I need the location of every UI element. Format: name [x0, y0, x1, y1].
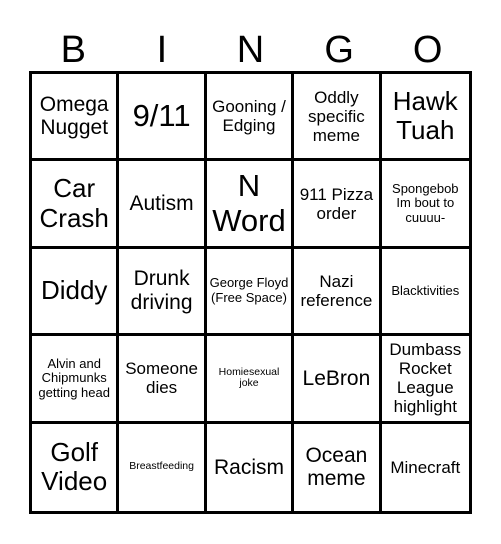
bingo-cell-r1c3[interactable]: Gooning / Edging	[206, 74, 295, 162]
bingo-cell-r3c1[interactable]: Diddy	[32, 248, 120, 337]
header-letter-n: N	[236, 29, 265, 71]
bingo-cell-r1c4[interactable]: Oddly specific meme	[294, 74, 382, 162]
bingo-cell-r5c1[interactable]: Golf Video	[32, 423, 120, 511]
bingo-cell-r1c1[interactable]: Omega Nugget	[32, 74, 120, 162]
bingo-cell-r2c5[interactable]: Spongebob Im bout to cuuuu-	[381, 161, 469, 249]
bingo-grid: Omega Nugget 9/11 Gooning / Edging Oddly…	[29, 71, 472, 514]
bingo-cell-r1c2[interactable]: 9/11	[119, 74, 207, 162]
bingo-cell-r4c2[interactable]: Someone dies	[119, 336, 207, 424]
bingo-header: B I N G O	[29, 28, 472, 72]
bingo-cell-r2c3[interactable]: N Word	[206, 161, 295, 249]
bingo-cell-r2c2[interactable]: Autism	[119, 161, 207, 249]
bingo-cell-r3c2[interactable]: Drunk driving	[119, 248, 207, 337]
header-letter-o: O	[412, 29, 443, 71]
bingo-cell-r5c2[interactable]: Breastfeeding	[119, 423, 207, 511]
bingo-cell-r5c4[interactable]: Ocean meme	[294, 423, 382, 511]
bingo-cell-r2c4[interactable]: 911 Pizza order	[294, 161, 382, 249]
header-letter-i: I	[156, 29, 168, 71]
bingo-cell-r4c3[interactable]: Homiesexual joke	[206, 336, 295, 424]
header-letter-g: G	[324, 29, 354, 71]
bingo-cell-r3c3[interactable]: George Floyd (Free Space)	[206, 248, 295, 337]
bingo-cell-r2c1[interactable]: Car Crash	[32, 161, 120, 249]
bingo-cell-r3c4[interactable]: Nazi reference	[294, 248, 382, 337]
bingo-cell-r4c1[interactable]: Alvin and Chipmunks getting head	[32, 336, 120, 424]
bingo-cell-r4c4[interactable]: LeBron	[294, 336, 382, 424]
bingo-cell-r1c5[interactable]: Hawk Tuah	[381, 74, 469, 162]
header-letter-b: B	[60, 29, 86, 71]
bingo-cell-r5c5[interactable]: Minecraft	[382, 424, 469, 511]
bingo-cell-r3c5[interactable]: Blacktivities	[381, 249, 469, 337]
bingo-cell-r5c3[interactable]: Racism	[207, 423, 295, 511]
bingo-cell-r4c5[interactable]: Dumbass Rocket League highlight	[381, 336, 469, 424]
